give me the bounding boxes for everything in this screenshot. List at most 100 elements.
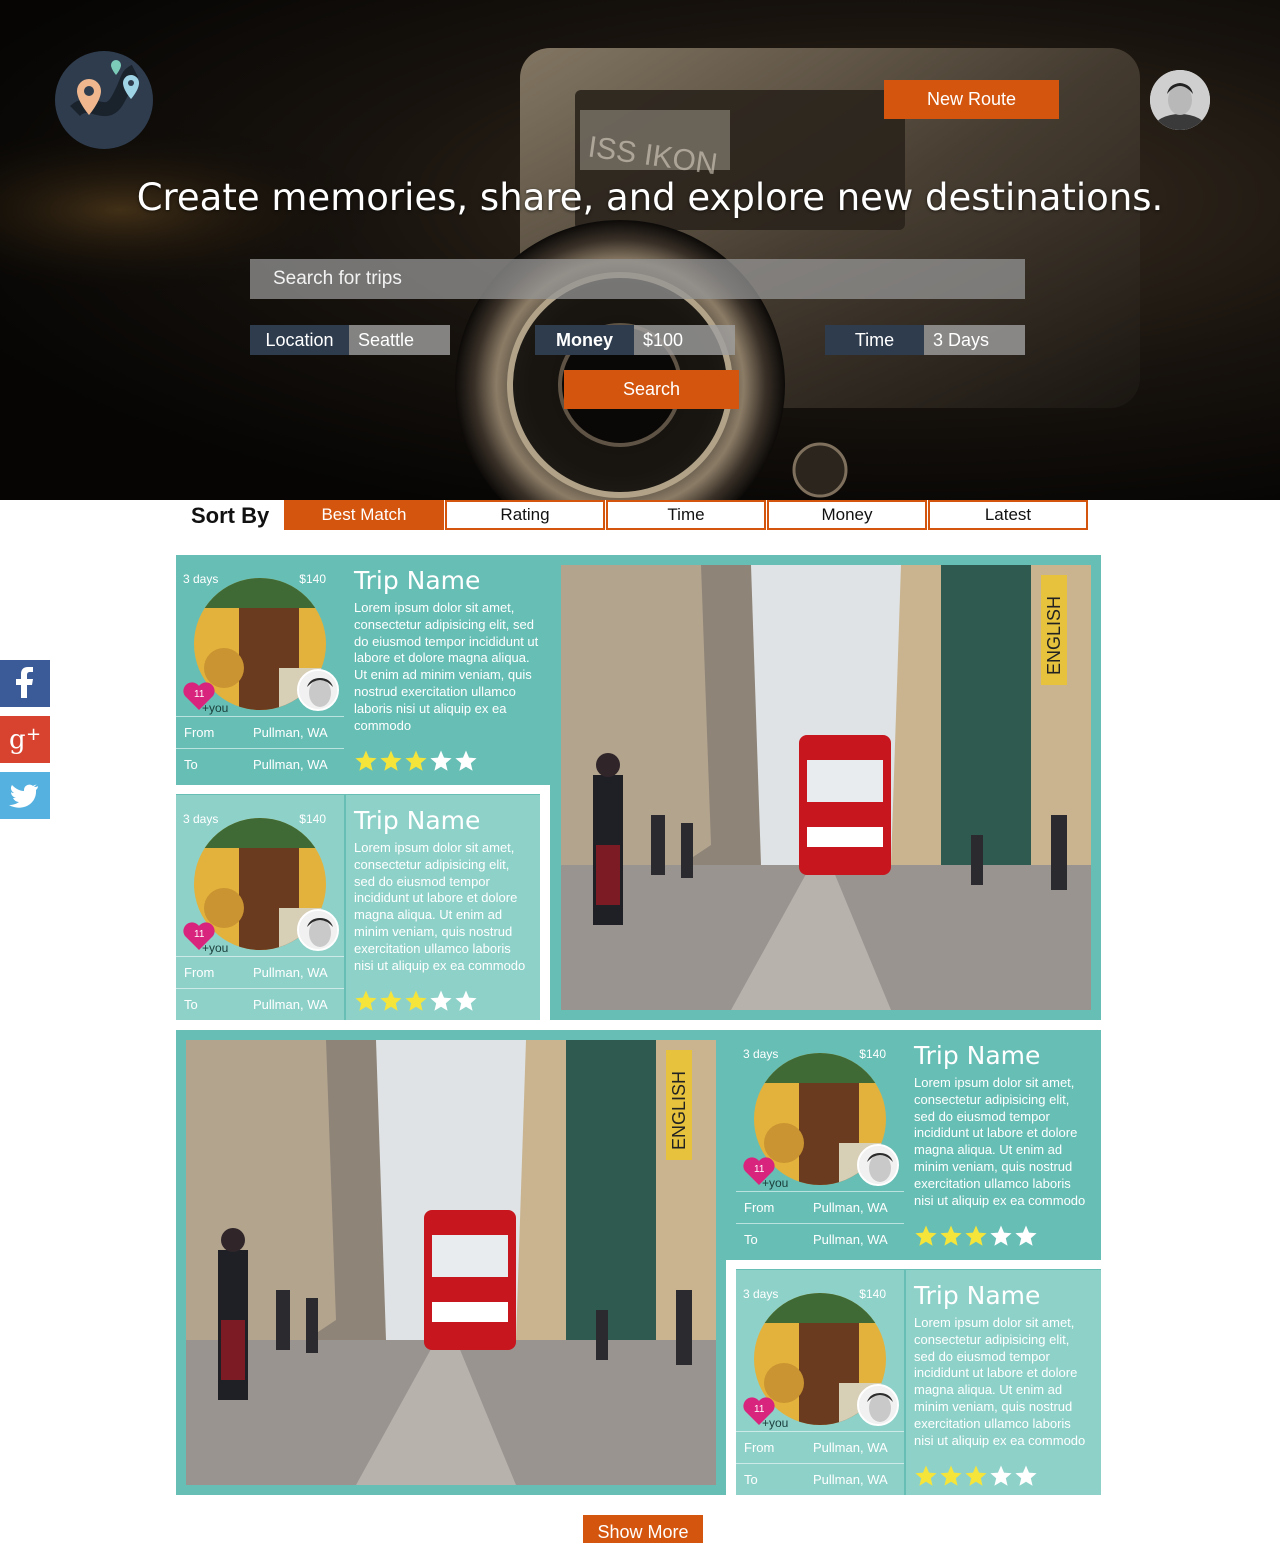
to-value: Pullman, WA [813, 1472, 888, 1487]
trip-card[interactable]: 3 days $140 11 +you From Pullman, WA To Pu… [176, 794, 548, 1020]
sort-tab-latest[interactable]: Latest [928, 500, 1088, 530]
trip-name[interactable]: Trip Name [354, 806, 532, 835]
from-label: From [744, 1440, 775, 1455]
trip-card-summary: 3 days $140 11 +you From Pullman, WA To Pu… [736, 1030, 904, 1255]
trip-card-summary: 3 days $140 11 +you From Pullman, WA To Pu… [736, 1270, 904, 1495]
trip-to-row: To Pullman, WA [736, 1223, 904, 1255]
money-filter-value[interactable]: $100 [634, 325, 735, 355]
star-empty-icon[interactable] [989, 1464, 1013, 1488]
star-empty-icon[interactable] [429, 749, 453, 773]
location-filter-label: Location [250, 325, 349, 355]
to-value: Pullman, WA [813, 1232, 888, 1247]
star-rating[interactable] [914, 1224, 1038, 1248]
twitter-icon [9, 784, 38, 808]
search-button[interactable]: Search [564, 370, 739, 409]
group-2-divider [726, 1260, 736, 1495]
facebook-icon [16, 667, 33, 698]
trip-to-row: To Pullman, WA [736, 1463, 904, 1495]
from-value: Pullman, WA [813, 1200, 888, 1215]
trip-card-details: Trip Name Lorem ipsum dolor sit amet, co… [346, 555, 548, 780]
author-avatar[interactable] [857, 1144, 899, 1186]
star-filled-icon[interactable] [404, 749, 428, 773]
to-label: To [184, 757, 198, 772]
plus-you-label: +you [762, 1416, 789, 1430]
star-empty-icon[interactable] [454, 749, 478, 773]
star-rating[interactable] [354, 749, 478, 773]
hero-camera-photo: ISS IKON [0, 48, 1140, 500]
show-more-button[interactable]: Show More [583, 1515, 703, 1543]
trip-to-row: To Pullman, WA [176, 988, 344, 1020]
star-empty-icon[interactable] [1014, 1224, 1038, 1248]
star-empty-icon[interactable] [429, 989, 453, 1013]
user-avatar[interactable] [1150, 70, 1210, 130]
location-filter[interactable]: Location Seattle [250, 325, 450, 355]
hero-banner: ISS IKON New Route Create memories, shar… [0, 0, 1280, 500]
trip-search-input[interactable] [250, 259, 1025, 299]
svg-text:g: g [9, 725, 26, 755]
from-label: From [184, 725, 215, 740]
hero-headline: Create memories, share, and explore new … [136, 176, 1164, 219]
new-route-button[interactable]: New Route [884, 80, 1059, 119]
star-filled-icon[interactable] [354, 749, 378, 773]
sort-tab-time[interactable]: Time [606, 500, 766, 530]
time-filter-value[interactable]: 3 Days [924, 325, 1025, 355]
star-rating[interactable] [914, 1464, 1038, 1488]
group-2-divider [726, 1260, 1101, 1269]
sort-tab-rating[interactable]: Rating [445, 500, 605, 530]
star-filled-icon[interactable] [939, 1224, 963, 1248]
trip-price: $140 [299, 812, 326, 826]
author-avatar[interactable] [857, 1384, 899, 1426]
twitter-share-button[interactable] [0, 772, 50, 819]
trip-card[interactable]: 3 days $140 11 +you From Pullman, WA To Pu… [736, 1030, 1101, 1255]
author-avatar[interactable] [297, 909, 339, 951]
star-filled-icon[interactable] [964, 1464, 988, 1488]
app-logo[interactable] [55, 51, 153, 149]
trip-name[interactable]: Trip Name [914, 1041, 1093, 1070]
from-value: Pullman, WA [253, 965, 328, 980]
trip-duration: 3 days [183, 812, 219, 826]
star-filled-icon[interactable] [964, 1224, 988, 1248]
trip-card[interactable]: 3 days $140 11 +you From Pullman, WA To Pu… [736, 1269, 1101, 1495]
star-rating[interactable] [354, 989, 478, 1013]
author-avatar[interactable] [297, 669, 339, 711]
trip-card-details: Trip Name Lorem ipsum dolor sit amet, co… [346, 795, 540, 1020]
trip-price: $140 [859, 1287, 886, 1301]
star-filled-icon[interactable] [354, 989, 378, 1013]
star-filled-icon[interactable] [404, 989, 428, 1013]
featured-trip-photo[interactable]: ENGLISH [561, 565, 1091, 1010]
sort-tab-money[interactable]: Money [767, 500, 927, 530]
like-count: 11 [194, 689, 205, 700]
time-filter[interactable]: Time 3 Days [825, 325, 1025, 355]
like-count: 11 [194, 929, 205, 940]
money-filter[interactable]: Money $100 [535, 325, 735, 355]
plus-you-label: +you [762, 1176, 789, 1190]
like-count: 11 [754, 1404, 765, 1415]
star-empty-icon[interactable] [989, 1224, 1013, 1248]
trip-card[interactable]: 3 days $140 11 +you From Pullman, WA To Pu… [176, 555, 548, 780]
trip-duration: 3 days [183, 572, 219, 586]
trip-description: Lorem ipsum dolor sit amet, consectetur … [914, 1075, 1086, 1208]
from-value: Pullman, WA [813, 1440, 888, 1455]
featured-trip-photo[interactable]: ENGLISH [186, 1040, 716, 1485]
google-plus-share-button[interactable]: g + [0, 716, 50, 763]
sort-tab-best-match[interactable]: Best Match [284, 500, 444, 530]
trip-card-details: Trip Name Lorem ipsum dolor sit amet, co… [906, 1270, 1101, 1495]
english-sign: ENGLISH [1044, 596, 1064, 675]
star-filled-icon[interactable] [379, 749, 403, 773]
trip-name[interactable]: Trip Name [354, 566, 540, 595]
star-filled-icon[interactable] [939, 1464, 963, 1488]
to-label: To [744, 1472, 758, 1487]
star-filled-icon[interactable] [379, 989, 403, 1013]
trip-from-row: From Pullman, WA [176, 956, 344, 988]
from-label: From [744, 1200, 775, 1215]
trip-description: Lorem ipsum dolor sit amet, consectetur … [914, 1315, 1086, 1448]
to-value: Pullman, WA [253, 997, 328, 1012]
location-filter-value[interactable]: Seattle [349, 325, 450, 355]
star-filled-icon[interactable] [914, 1464, 938, 1488]
trip-card-summary: 3 days $140 11 +you From Pullman, WA To Pu… [176, 555, 344, 780]
facebook-share-button[interactable] [0, 660, 50, 707]
star-filled-icon[interactable] [914, 1224, 938, 1248]
star-empty-icon[interactable] [454, 989, 478, 1013]
star-empty-icon[interactable] [1014, 1464, 1038, 1488]
trip-name[interactable]: Trip Name [914, 1281, 1093, 1310]
